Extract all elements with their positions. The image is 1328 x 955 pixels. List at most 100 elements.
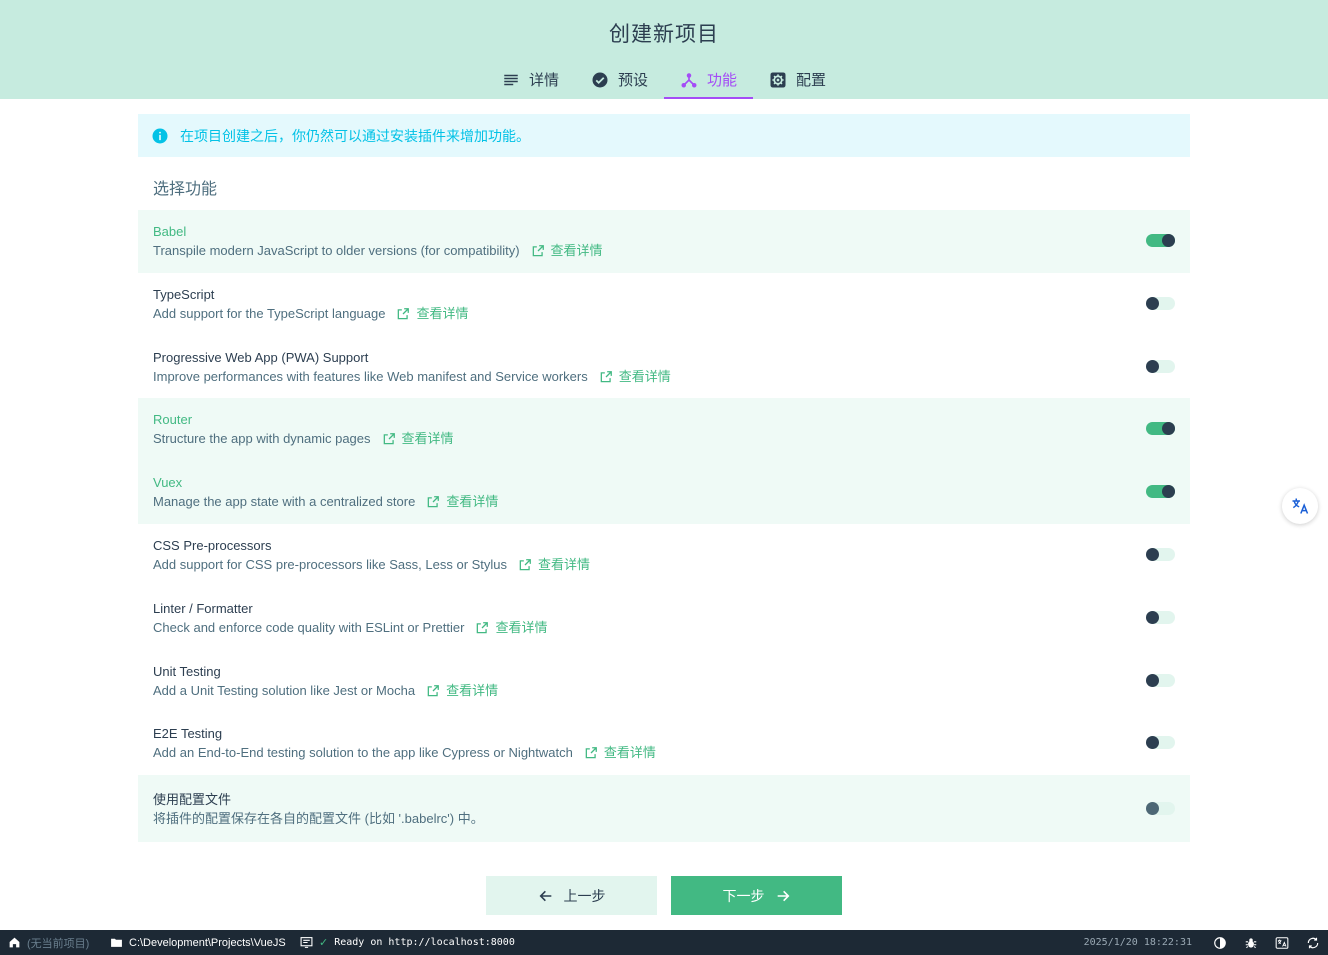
toggle-knob <box>1162 234 1175 247</box>
current-project[interactable]: (无当前项目) <box>0 930 110 955</box>
feature-description: Add a Unit Testing solution like Jest or… <box>153 682 1190 700</box>
feature-name: Progressive Web App (PWA) Support <box>153 349 369 365</box>
tab-details[interactable]: 详情 <box>486 62 575 99</box>
prev-button[interactable]: 上一步 <box>486 876 657 915</box>
open-in-new-icon <box>398 307 410 320</box>
feature-description: Manage the app state with a centralized … <box>153 493 1190 511</box>
feature-name: Linter / Formatter <box>153 600 253 616</box>
translate-button[interactable] <box>1282 488 1318 524</box>
dark-mode-button[interactable] <box>1204 930 1235 955</box>
feature-item-router[interactable]: Router Structure the app with dynamic pa… <box>138 398 1190 462</box>
current-project-label: (无当前项目) <box>27 937 90 950</box>
feature-item-unit-testing[interactable]: Unit Testing Add a Unit Testing solution… <box>138 650 1190 713</box>
step-tabs: 详情 预设 功能 配置 <box>0 62 1328 99</box>
more-info-link[interactable]: 查看详情 <box>584 744 656 762</box>
clock: 2025/1/20 18:22:31 <box>1083 937 1192 948</box>
feature-item-e2e-testing[interactable]: E2E Testing Add an End-to-End testing so… <box>138 712 1190 775</box>
page-title: 创建新项目 <box>609 23 719 46</box>
feature-toggle[interactable] <box>1146 422 1175 436</box>
feature-toggle[interactable] <box>1146 296 1175 310</box>
tab-config[interactable]: 配置 <box>753 62 842 99</box>
open-in-new-icon <box>477 621 489 634</box>
feature-name: Unit Testing <box>153 663 221 679</box>
feature-description-text: Check and enforce code quality with ESLi… <box>153 619 465 635</box>
more-info-link[interactable]: 查看详情 <box>531 242 603 260</box>
arrow-left-icon <box>539 890 551 901</box>
feature-description: Transpile modern JavaScript to older ver… <box>153 242 1190 260</box>
feature-name: TypeScript <box>153 286 215 302</box>
open-in-new-icon <box>427 684 439 696</box>
bug-icon <box>1245 937 1256 948</box>
feature-description-text: Transpile modern JavaScript to older ver… <box>153 243 520 258</box>
feature-toggle[interactable] <box>1146 234 1175 247</box>
refresh-icon <box>1307 937 1318 948</box>
next-button[interactable]: 下一步 <box>671 876 842 915</box>
info-icon <box>152 128 168 143</box>
toggle-knob <box>1146 359 1159 373</box>
language-button[interactable] <box>1266 930 1297 955</box>
feature-toggle[interactable] <box>1146 359 1175 373</box>
tab-features[interactable]: 功能 <box>664 62 754 99</box>
feature-item-linter-formatter[interactable]: Linter / Formatter Check and enforce cod… <box>138 587 1190 650</box>
feature-description-text: Add support for the TypeScript language <box>153 305 386 321</box>
feature-toggle[interactable] <box>1146 485 1175 499</box>
more-info-link[interactable]: 查看详情 <box>396 305 469 323</box>
feature-description: Add support for the TypeScript language … <box>153 305 1190 323</box>
feature-name: Babel <box>153 224 187 239</box>
feature-name: E2E Testing <box>153 726 223 742</box>
folder-icon <box>111 938 122 947</box>
feature-toggle[interactable] <box>1146 736 1175 750</box>
arrow-right-icon <box>777 890 789 901</box>
feature-toggle[interactable] <box>1146 547 1175 561</box>
feature-item-progressive-web-app-pwa-support[interactable]: Progressive Web App (PWA) Support Improv… <box>138 336 1190 399</box>
toggle-knob <box>1146 610 1159 624</box>
prev-button-label: 上一步 <box>563 887 606 904</box>
feature-item-typescript[interactable]: TypeScript Add support for the TypeScrip… <box>138 273 1190 336</box>
toggle-knob <box>1146 736 1159 750</box>
list-icon <box>504 74 518 85</box>
more-info-link[interactable]: 查看详情 <box>518 556 590 574</box>
info-banner: 在项目创建之后，你仍然可以通过安装插件来增加功能。 <box>138 114 1190 157</box>
feature-item-babel[interactable]: Babel Transpile modern JavaScript to old… <box>138 210 1190 273</box>
feature-description-text: Add support for CSS pre-processors like … <box>153 556 508 572</box>
report-bug-button[interactable] <box>1235 930 1266 955</box>
feature-item-vuex[interactable]: Vuex Manage the app state with a central… <box>138 461 1190 524</box>
config-files-option[interactable]: 使用配置文件 将插件的配置保存在各自的配置文件 (比如 '.babelrc') … <box>138 775 1190 842</box>
more-info-link[interactable]: 查看详情 <box>599 368 671 386</box>
more-info-link[interactable]: 查看详情 <box>475 619 547 637</box>
more-info-label: 查看详情 <box>401 431 454 447</box>
refresh-button[interactable] <box>1297 930 1328 955</box>
language-icon <box>1275 936 1288 949</box>
open-in-new-icon <box>600 370 612 382</box>
config-files-description: 将插件的配置保存在各自的配置文件 (比如 '.babelrc') 中。 <box>153 811 484 826</box>
tab-label: 功能 <box>707 72 738 89</box>
more-info-link[interactable]: 查看详情 <box>426 493 498 511</box>
feature-description-text: Add an End-to-End testing solution to th… <box>153 745 573 761</box>
next-button-label: 下一步 <box>722 887 765 904</box>
more-info-label: 查看详情 <box>550 243 603 258</box>
feature-name: Vuex <box>153 475 183 491</box>
toggle-knob <box>1146 547 1159 561</box>
open-in-new-icon <box>428 496 440 508</box>
feature-description-text: Manage the app state with a centralized … <box>153 494 416 510</box>
feature-description: Add an End-to-End testing solution to th… <box>153 744 1190 762</box>
feature-list: Babel Transpile modern JavaScript to old… <box>138 210 1190 775</box>
tab-presets[interactable]: 预设 <box>575 62 664 99</box>
toggle-knob <box>1146 296 1159 310</box>
more-info-link[interactable]: 查看详情 <box>382 430 454 448</box>
feature-name: Router <box>153 412 193 428</box>
log-console[interactable]: ✓ Ready on http://localhost:8000 <box>300 930 515 955</box>
open-in-new-icon <box>532 245 544 257</box>
feature-toggle[interactable] <box>1146 673 1175 687</box>
toggle-knob <box>1146 802 1159 815</box>
feature-description: Structure the app with dynamic pages 查看详… <box>153 430 1190 448</box>
feature-description-text: Add a Unit Testing solution like Jest or… <box>153 682 416 698</box>
open-in-new-icon <box>585 747 597 759</box>
feature-name: CSS Pre-processors <box>153 537 272 553</box>
more-info-link[interactable]: 查看详情 <box>426 682 498 700</box>
feature-item-css-pre-processors[interactable]: CSS Pre-processors Add support for CSS p… <box>138 524 1190 587</box>
current-path[interactable]: C:\Development\Projects\VueJS <box>110 930 300 955</box>
feature-toggle[interactable] <box>1146 610 1175 624</box>
config-files-toggle[interactable] <box>1146 802 1175 815</box>
feature-description-text: Improve performances with features like … <box>153 368 588 384</box>
